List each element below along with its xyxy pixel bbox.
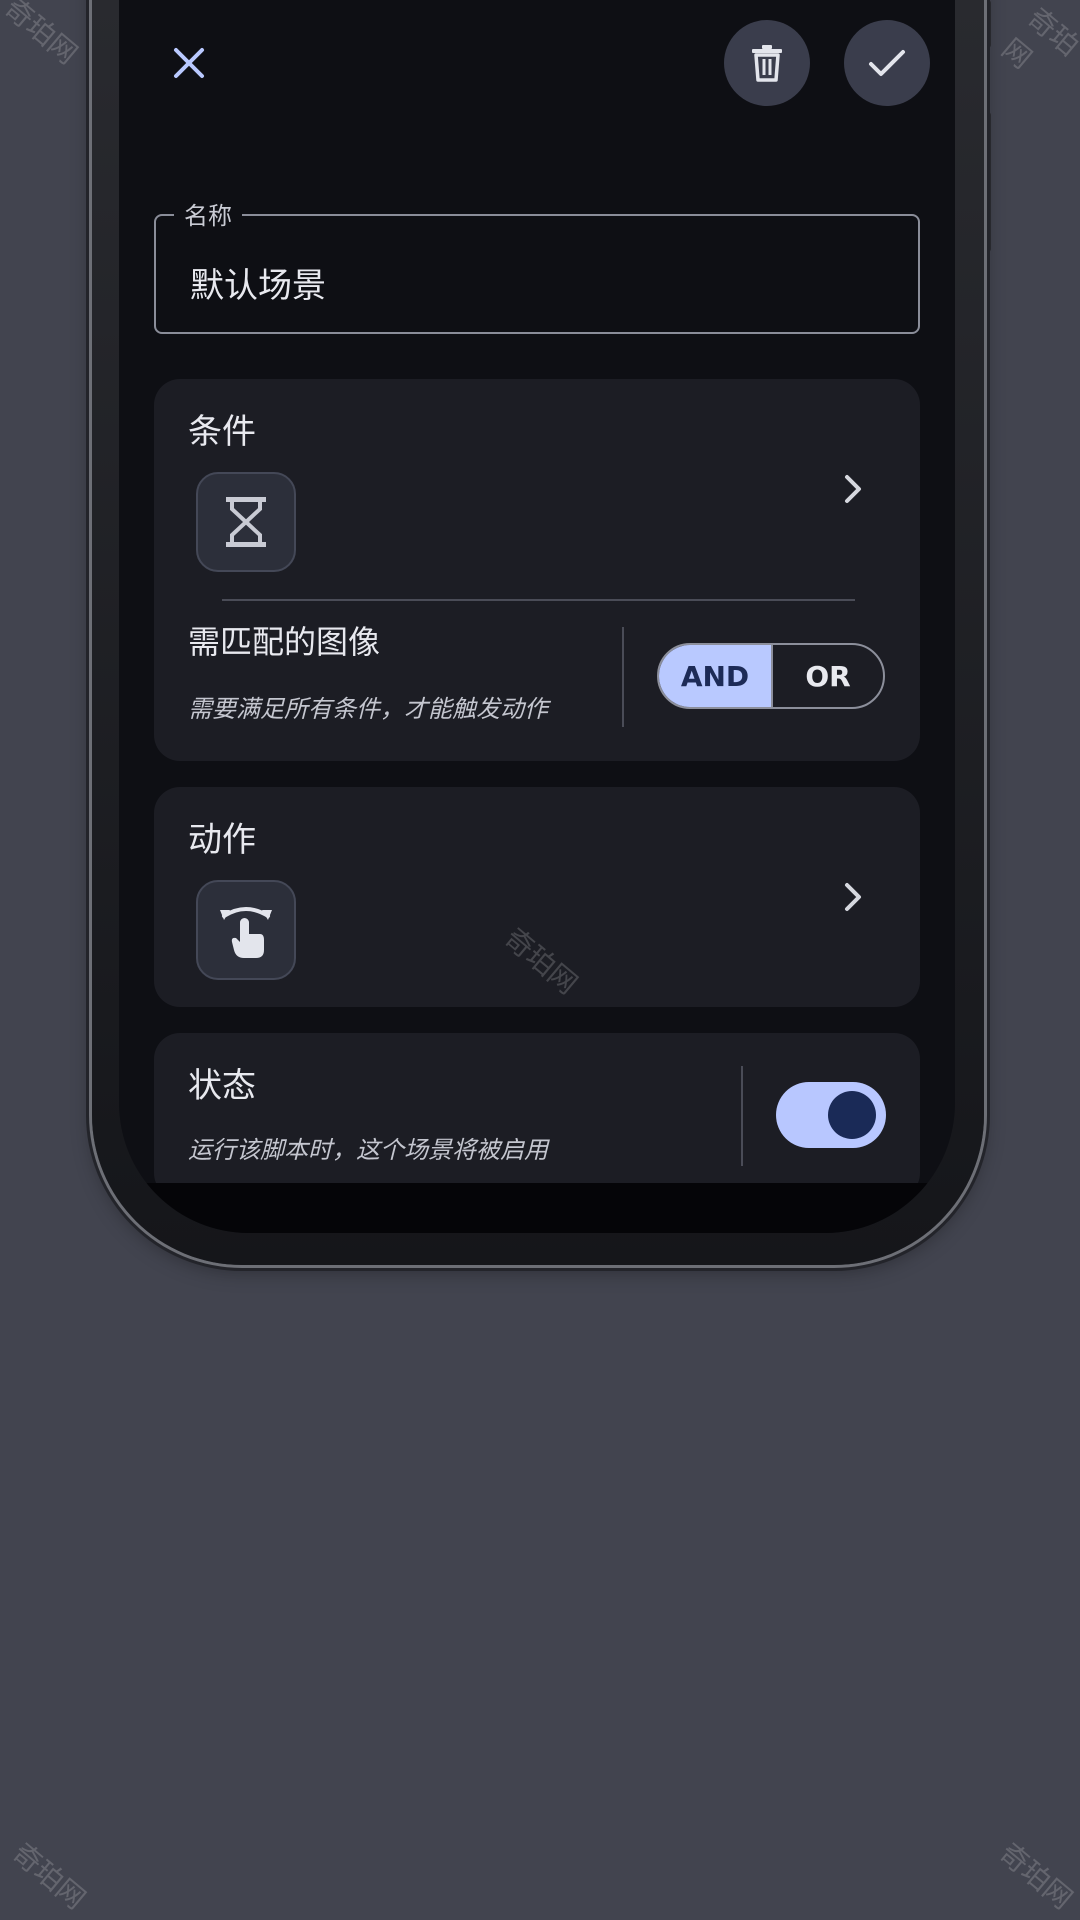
chevron-right-icon xyxy=(845,475,861,503)
confirm-button[interactable] xyxy=(844,20,930,106)
hourglass-icon xyxy=(226,497,266,547)
close-icon xyxy=(174,48,204,78)
match-vertical-divider xyxy=(622,627,624,727)
match-title: 需匹配的图像 xyxy=(188,623,381,661)
name-field-value: 默认场景 xyxy=(190,266,326,306)
check-icon xyxy=(869,50,905,76)
actions-chevron[interactable] xyxy=(833,877,873,917)
conditions-card: 条件 需匹配的图像 需要满足所有条件，才能触发动作 AND OR xyxy=(154,379,920,761)
conditions-chevron[interactable] xyxy=(833,469,873,509)
condition-tile[interactable] xyxy=(196,472,296,572)
status-card: 状态 运行该脚本时，这个场景将被启用 xyxy=(154,1033,920,1199)
or-option[interactable]: OR xyxy=(773,645,883,707)
watermark: 奇珀网 xyxy=(995,1,1080,76)
and-option[interactable]: AND xyxy=(659,645,773,707)
conditions-divider xyxy=(222,599,855,601)
app-screen: 名称 默认场景 条件 需匹配的图像 需要满足所有条件，才能触发动作 AND OR xyxy=(119,0,955,1233)
trash-icon xyxy=(752,45,782,82)
conditions-title: 条件 xyxy=(188,412,256,452)
actions-title: 动作 xyxy=(188,820,256,860)
and-or-segmented-control: AND OR xyxy=(657,643,885,709)
status-toggle[interactable] xyxy=(776,1082,886,1148)
watermark: 奇珀网 xyxy=(6,1836,92,1916)
status-vertical-divider xyxy=(741,1066,743,1166)
name-field[interactable]: 名称 默认场景 xyxy=(154,196,920,334)
close-button[interactable] xyxy=(149,23,229,103)
screen-bottom-bezel xyxy=(119,1183,955,1233)
match-description: 需要满足所有条件，才能触发动作 xyxy=(188,695,548,723)
toggle-knob xyxy=(828,1091,876,1139)
action-tile[interactable] xyxy=(196,880,296,980)
watermark: 奇珀网 xyxy=(993,1836,1079,1916)
delete-button[interactable] xyxy=(724,20,810,106)
status-description: 运行该脚本时，这个场景将被启用 xyxy=(188,1136,548,1164)
tap-gesture-icon xyxy=(220,907,272,958)
status-title: 状态 xyxy=(188,1066,256,1106)
name-field-label: 名称 xyxy=(174,196,242,231)
watermark: 奇珀网 xyxy=(0,0,84,71)
chevron-right-icon xyxy=(845,883,861,911)
